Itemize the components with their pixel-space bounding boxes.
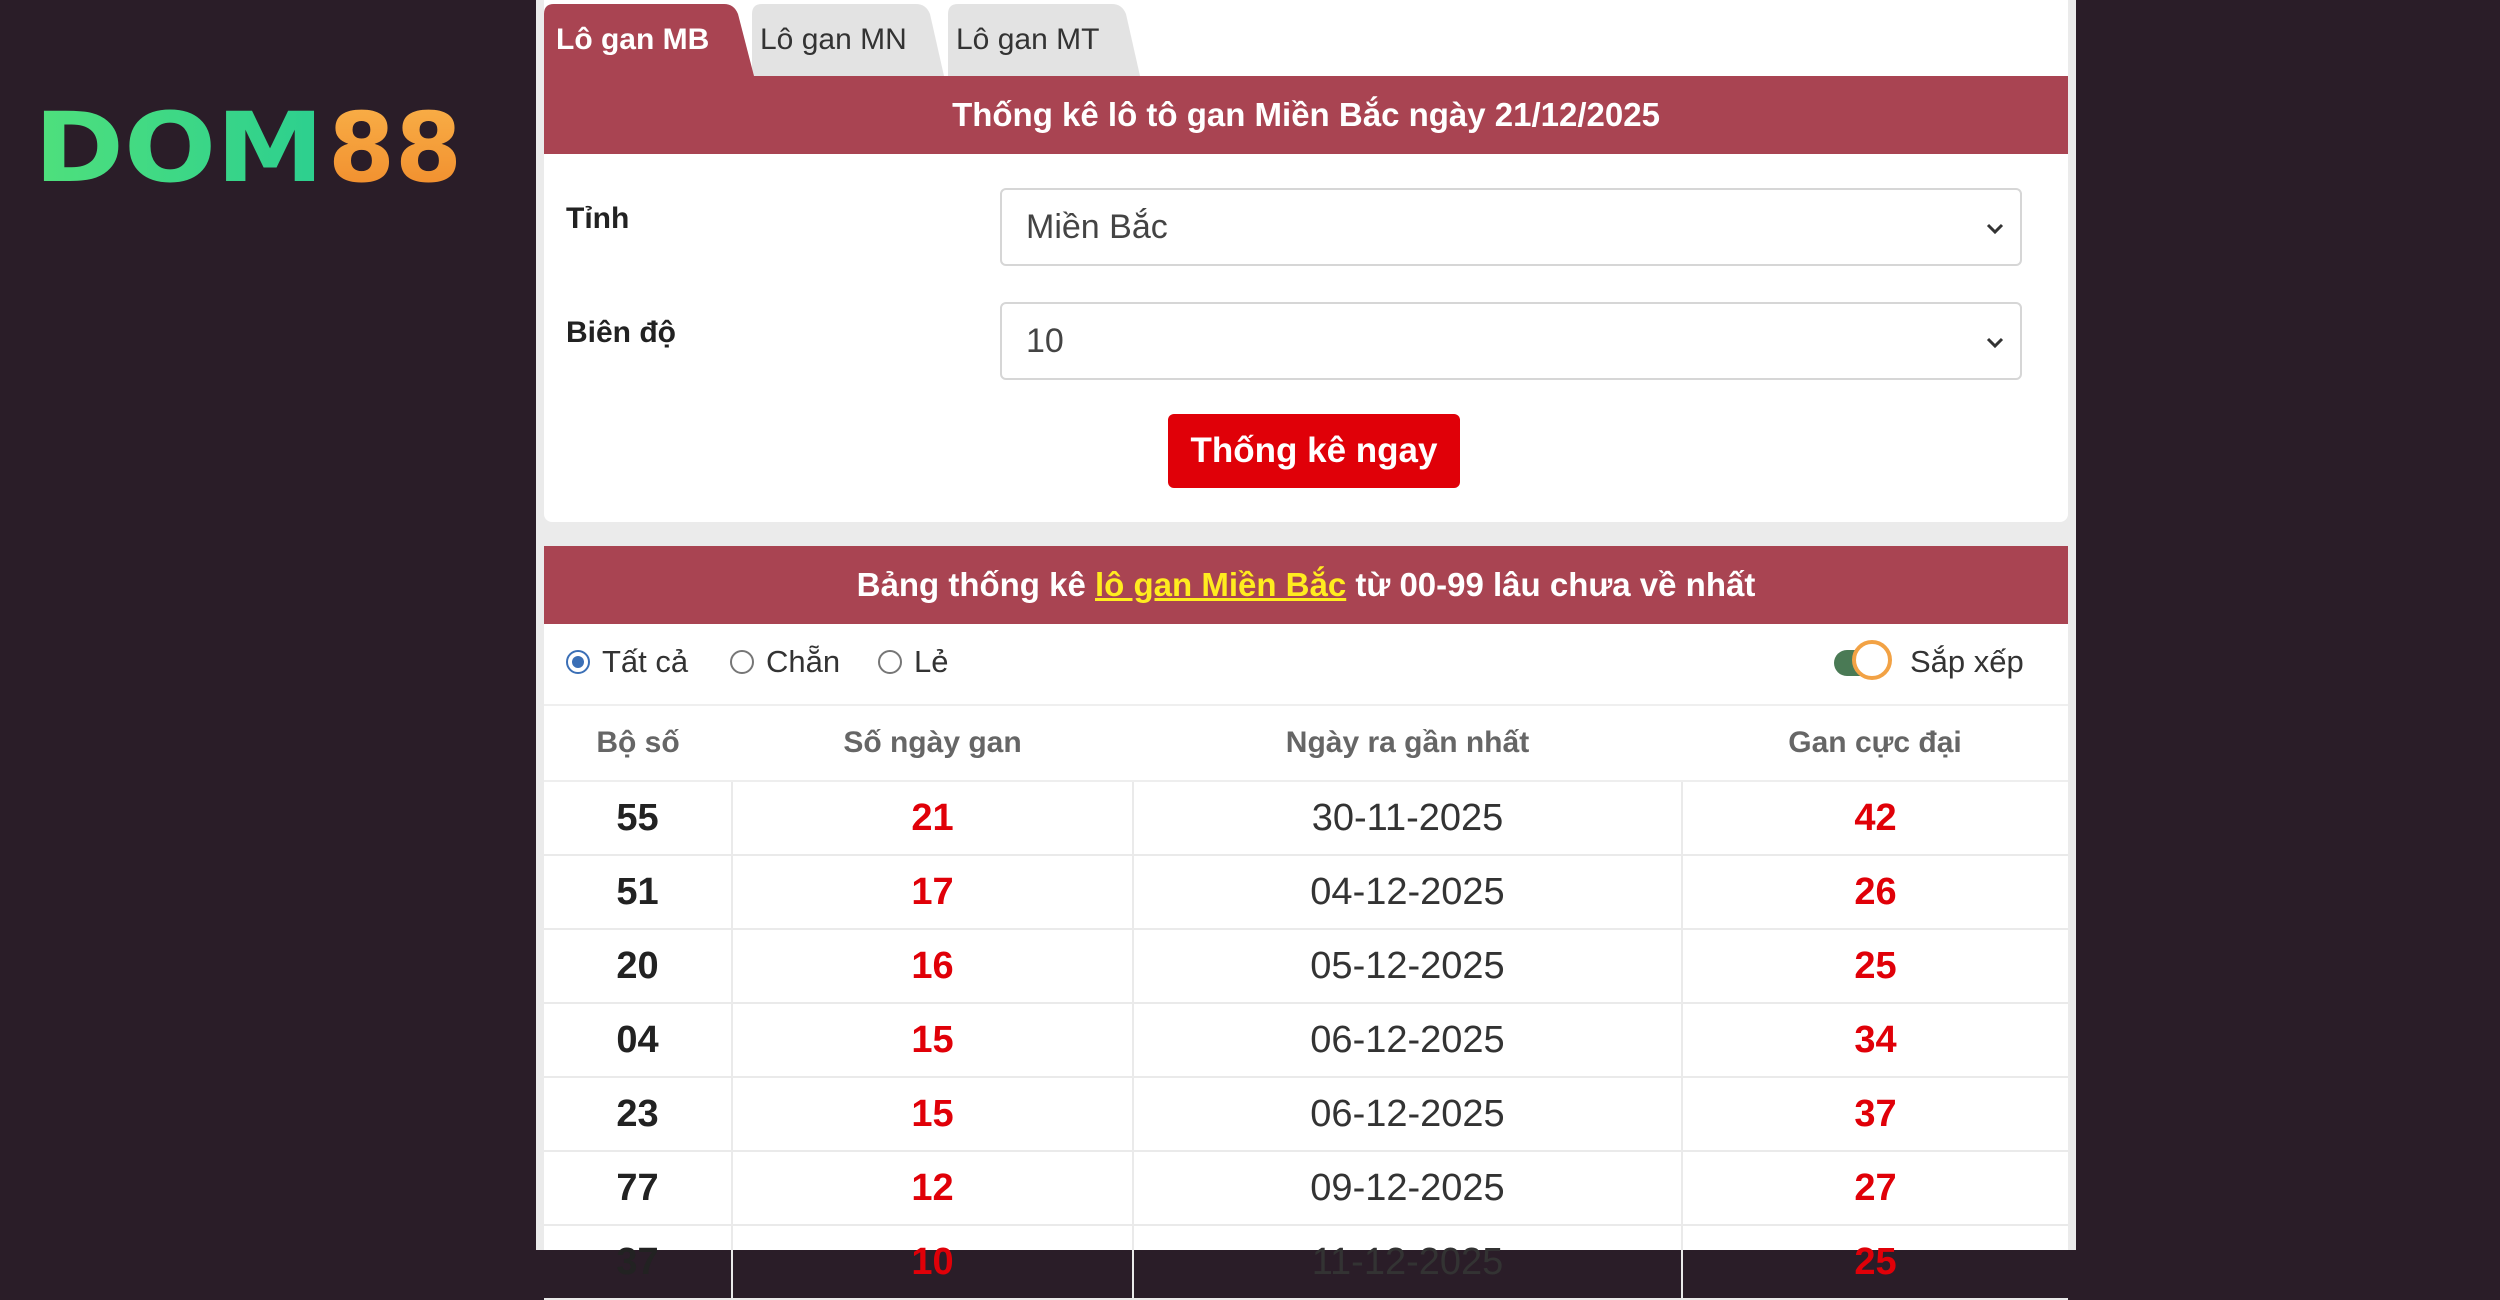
stats-card: Bảng thống kê lô gan Miền Bắc từ 00-99 l… bbox=[544, 546, 2068, 1300]
province-value: Miền Bắc bbox=[1026, 208, 1168, 246]
radio-label: Chẵn bbox=[766, 644, 841, 679]
cell-number: 55 bbox=[544, 781, 733, 856]
cell-max-gan: 26 bbox=[1682, 855, 2068, 930]
province-select[interactable]: Miền Bắc bbox=[1000, 188, 2022, 266]
cell-max-gan: 37 bbox=[1682, 1077, 2068, 1152]
sort-label: Sắp xếp bbox=[1910, 644, 2024, 679]
tab-lo-gan-mn[interactable]: Lô gan MN bbox=[748, 4, 944, 76]
lo-gan-table: Bộ số Số ngày gan Ngày ra gần nhất Gan c… bbox=[544, 706, 2068, 1300]
range-row: Biên độ 10 bbox=[544, 302, 2068, 380]
cell-max-gan: 25 bbox=[1682, 1225, 2068, 1300]
cell-max-gan: 34 bbox=[1682, 1003, 2068, 1078]
cell-gan-days: 16 bbox=[732, 929, 1134, 1004]
toggle-knob bbox=[1852, 640, 1892, 680]
cell-number: 23 bbox=[544, 1077, 733, 1152]
chevron-down-icon bbox=[1986, 223, 2004, 235]
range-label: Biên độ bbox=[566, 316, 676, 349]
cell-gan-days: 15 bbox=[732, 1003, 1134, 1078]
cell-last-date: 04-12-2025 bbox=[1133, 855, 1683, 930]
cell-gan-days: 15 bbox=[732, 1077, 1134, 1152]
cell-max-gan: 27 bbox=[1682, 1151, 2068, 1226]
cell-gan-days: 17 bbox=[732, 855, 1134, 930]
cell-gan-days: 21 bbox=[732, 781, 1134, 856]
cell-gan-days: 10 bbox=[732, 1225, 1134, 1300]
cell-gan-days: 12 bbox=[732, 1151, 1134, 1226]
cell-last-date: 06-12-2025 bbox=[1133, 1077, 1683, 1152]
stats-title: Bảng thống kê lô gan Miền Bắc từ 00-99 l… bbox=[544, 546, 2068, 624]
cell-max-gan: 25 bbox=[1682, 929, 2068, 1004]
range-select[interactable]: 10 bbox=[1000, 302, 2022, 380]
logo-88-text: 88 bbox=[328, 103, 462, 191]
radio-dot bbox=[730, 650, 754, 674]
stats-title-suffix: từ 00-99 lâu chưa về nhất bbox=[1346, 566, 1756, 603]
chevron-down-icon bbox=[1986, 337, 2004, 349]
radio-all[interactable]: Tất cả bbox=[566, 644, 688, 680]
filter-form-card: Thống kê lô tô gan Miền Bắc ngày 21/12/2… bbox=[544, 76, 2068, 522]
cell-number: 37 bbox=[544, 1225, 733, 1300]
tab-lo-gan-mb[interactable]: Lô gan MB bbox=[544, 4, 754, 76]
cell-number: 20 bbox=[544, 929, 733, 1004]
table-row: 23 15 06-12-2025 37 bbox=[544, 1077, 2068, 1152]
tab-label: Lô gan MB bbox=[556, 23, 710, 56]
filter-row: Tất cả Chẵn Lẻ Sắp xếp bbox=[544, 624, 2068, 706]
radio-label: Tất cả bbox=[602, 644, 689, 679]
cell-last-date: 05-12-2025 bbox=[1133, 929, 1683, 1004]
submit-button[interactable]: Thống kê ngay bbox=[1168, 414, 1460, 488]
form-title: Thống kê lô tô gan Miền Bắc ngày 21/12/2… bbox=[544, 76, 2068, 154]
table-row: 04 15 06-12-2025 34 bbox=[544, 1003, 2068, 1078]
cell-last-date: 09-12-2025 bbox=[1133, 1151, 1683, 1226]
cell-max-gan: 42 bbox=[1682, 781, 2068, 856]
col-header-gan-days: Số ngày gan bbox=[732, 706, 1133, 782]
range-value: 10 bbox=[1026, 322, 1064, 360]
table-row: 20 16 05-12-2025 25 bbox=[544, 929, 2068, 1004]
region-tabs: Lô gan MT Lô gan MN Lô gan MB bbox=[544, 0, 2068, 76]
province-label: Tỉnh bbox=[566, 202, 630, 235]
table-row: 51 17 04-12-2025 26 bbox=[544, 855, 2068, 930]
logo-dom-text: DOM bbox=[34, 103, 324, 191]
cell-last-date: 11-12-2025 bbox=[1133, 1225, 1683, 1300]
col-header-max-gan: Gan cực đại bbox=[1682, 706, 2068, 782]
cell-number: 04 bbox=[544, 1003, 733, 1078]
sort-toggle[interactable] bbox=[1834, 640, 1896, 684]
tab-label: Lô gan MN bbox=[760, 23, 907, 56]
cell-last-date: 06-12-2025 bbox=[1133, 1003, 1683, 1078]
lo-gan-mien-bac-link[interactable]: lô gan Miền Bắc bbox=[1095, 566, 1346, 603]
dom88-logo[interactable]: DOM 88 bbox=[34, 103, 464, 191]
tab-label: Lô gan MT bbox=[956, 23, 1100, 56]
table-header-row: Bộ số Số ngày gan Ngày ra gần nhất Gan c… bbox=[544, 706, 2068, 782]
tab-lo-gan-mt[interactable]: Lô gan MT bbox=[944, 4, 1140, 76]
radio-label: Lẻ bbox=[914, 644, 949, 679]
province-row: Tỉnh Miền Bắc bbox=[544, 188, 2068, 266]
col-header-number: Bộ số bbox=[544, 706, 732, 782]
cell-number: 51 bbox=[544, 855, 733, 930]
cell-last-date: 30-11-2025 bbox=[1133, 781, 1683, 856]
stats-title-prefix: Bảng thống kê bbox=[856, 566, 1095, 603]
cell-number: 77 bbox=[544, 1151, 733, 1226]
table-row: 77 12 09-12-2025 27 bbox=[544, 1151, 2068, 1226]
radio-dot bbox=[878, 650, 902, 674]
radio-odd[interactable]: Lẻ bbox=[878, 644, 948, 680]
col-header-last-date: Ngày ra gần nhất bbox=[1133, 706, 1682, 782]
radio-even[interactable]: Chẵn bbox=[730, 644, 840, 680]
table-row: 55 21 30-11-2025 42 bbox=[544, 781, 2068, 856]
radio-dot bbox=[566, 650, 590, 674]
lo-gan-panel: Lô gan MT Lô gan MN Lô gan MB Thống kê l… bbox=[536, 0, 2076, 1300]
table-row: 37 10 11-12-2025 25 bbox=[544, 1225, 2068, 1300]
